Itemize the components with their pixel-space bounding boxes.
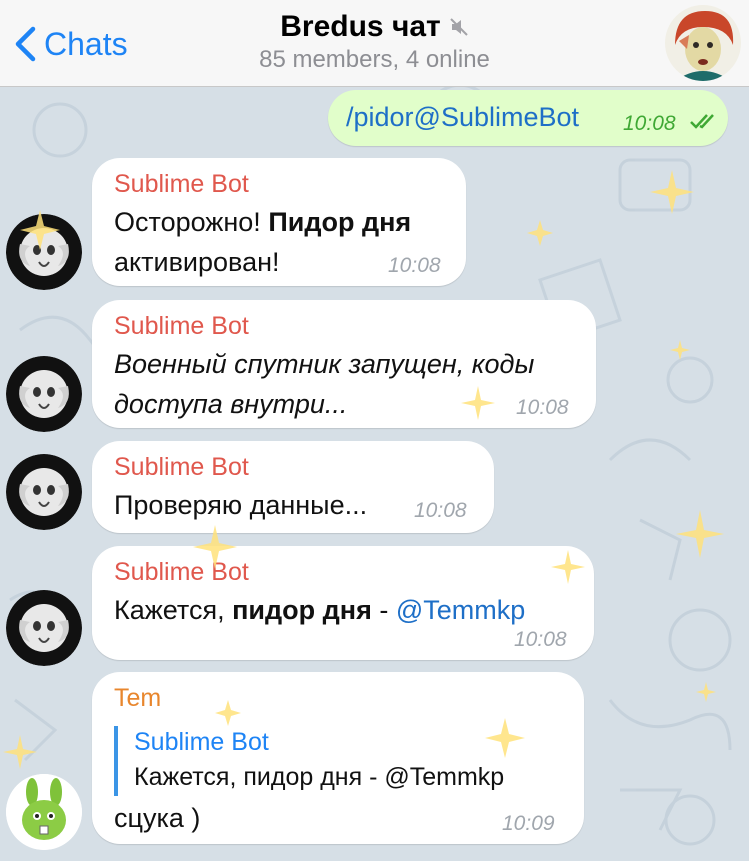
- message-time: 10:08: [414, 499, 467, 522]
- ram-skull-avatar-icon: [6, 214, 82, 290]
- bot-avatar[interactable]: [6, 356, 82, 432]
- message-incoming[interactable]: Tem Sublime Bot Кажется, пидор дня - @Te…: [92, 672, 584, 844]
- message-sender: Sublime Bot: [114, 558, 249, 586]
- message-text: Кажется, пидор дня - @Temmkp: [114, 595, 526, 625]
- message-text: Военный спутник запущен, коды доступа вн…: [114, 349, 535, 419]
- message-text: сцука ): [114, 803, 201, 833]
- message-time: 10:08: [514, 628, 567, 651]
- chat-avatar[interactable]: [665, 5, 741, 81]
- message-time: 10:09: [502, 812, 555, 835]
- bot-avatar[interactable]: [6, 454, 82, 530]
- ram-skull-avatar-icon: [6, 590, 82, 666]
- reply-text: Кажется, пидор дня - @Temmkp: [134, 763, 505, 791]
- user-mention-link[interactable]: @Temmkp: [396, 595, 525, 625]
- ram-skull-avatar-icon: [6, 454, 82, 530]
- tem-avatar[interactable]: [6, 774, 82, 850]
- user-avatar-icon: [665, 5, 741, 81]
- message-text: /pidor@SublimeBot: [346, 102, 580, 132]
- message-outgoing[interactable]: /pidor@SublimeBot 10:08: [328, 90, 728, 146]
- message-incoming[interactable]: Sublime Bot Военный спутник запущен, код…: [92, 300, 596, 428]
- ram-skull-avatar-icon: [6, 356, 82, 432]
- chat-subtitle: 85 members, 4 online: [259, 46, 490, 73]
- green-bunny-avatar-icon: [6, 774, 82, 850]
- message-sender: Sublime Bot: [114, 312, 249, 340]
- reply-sender: Sublime Bot: [134, 728, 269, 756]
- message-time: 10:08: [388, 254, 441, 277]
- bot-avatar[interactable]: [6, 590, 82, 666]
- message-sender: Tem: [114, 684, 162, 712]
- message-sender: Sublime Bot: [114, 170, 249, 198]
- mute-icon: [450, 18, 468, 36]
- chat-title-area[interactable]: Bredus чат 85 members, 4 online: [0, 10, 749, 74]
- message-incoming[interactable]: Sublime Bot Осторожно! Пидор дня активир…: [92, 158, 466, 286]
- message-incoming[interactable]: Sublime Bot Кажется, пидор дня - @Temmkp…: [92, 546, 594, 660]
- chat-header: Chats Bredus чат 85 members, 4 online: [0, 0, 749, 87]
- chat-title: Bredus чат: [280, 10, 441, 43]
- message-time: 10:08: [623, 112, 676, 135]
- read-double-check-icon: [690, 114, 714, 129]
- bot-avatar[interactable]: [6, 214, 82, 290]
- message-sender: Sublime Bot: [114, 453, 249, 481]
- reply-quote[interactable]: Sublime Bot Кажется, пидор дня - @Temmkp: [114, 726, 504, 796]
- message-text: Проверяю данные...: [114, 490, 368, 520]
- message-incoming[interactable]: Sublime Bot Проверяю данные... 10:08: [92, 441, 494, 533]
- message-time: 10:08: [516, 396, 569, 419]
